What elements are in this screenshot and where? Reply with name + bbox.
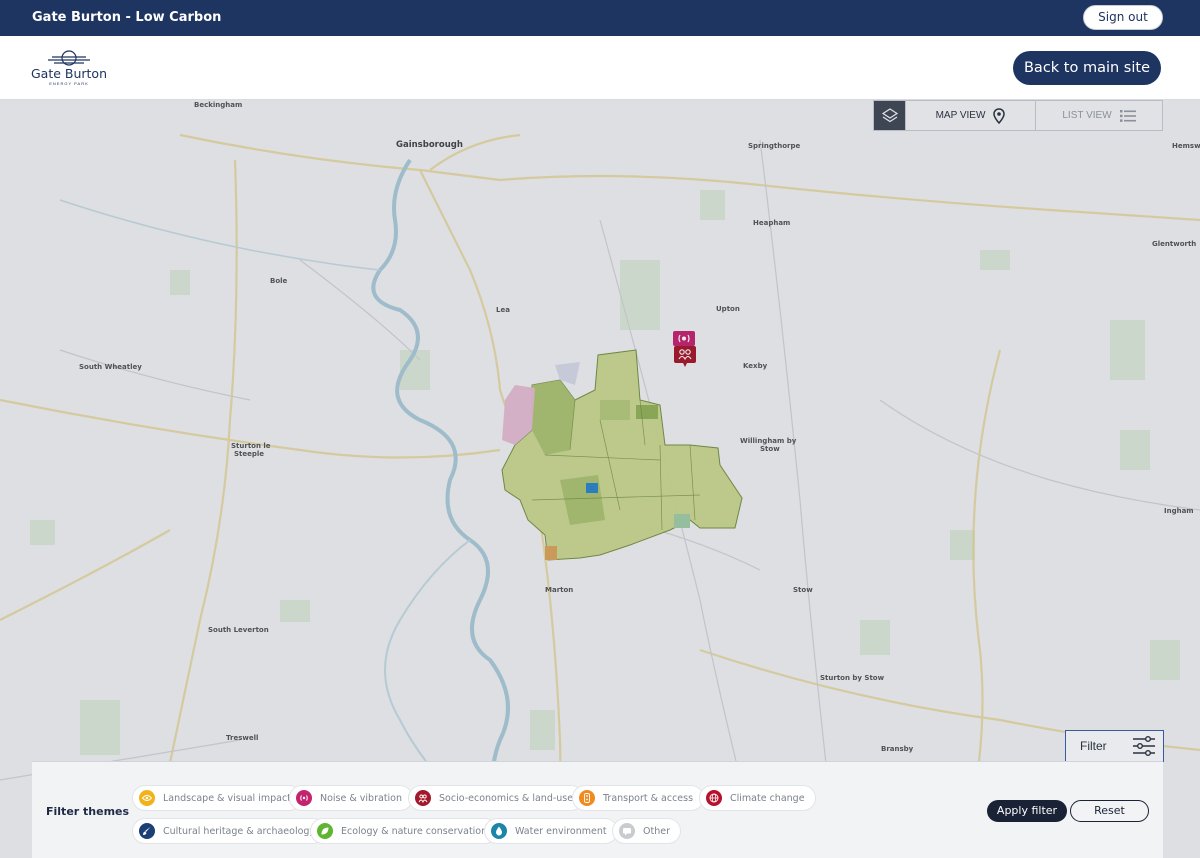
noise-vibration-marker[interactable] [673,331,695,346]
place-label: Sturton le [231,442,271,450]
theme-chip-label: Socio-economics & land-use [439,792,574,804]
theme-chip-ecology[interactable]: Ecology & nature conservation [310,818,499,844]
filter-themes-panel: Filter themes Landscape & visual impact … [32,761,1163,858]
layers-button[interactable] [874,101,905,130]
place-label: Treswell [226,734,259,742]
place-label: Gainsborough [396,140,463,150]
apply-filter-button[interactable]: Apply filter [987,800,1067,822]
place-label: Ingham [1164,507,1194,515]
layers-icon [881,107,898,122]
place-label: Hemsw [1172,142,1200,150]
theme-chip-noise[interactable]: Noise & vibration [289,785,414,811]
gate-burton-logo[interactable]: Gate Burton ENERGY PARK [30,48,108,90]
map-view-label: MAP VIEW [935,110,986,121]
theme-chip-label: Transport & access [603,792,694,804]
project-title: Gate Burton - Low Carbon [32,10,222,25]
place-label: Glentworth [1152,240,1197,248]
place-label: Willingham by [740,437,797,445]
place-label: Lea [496,306,510,314]
place-label: Bransby [881,745,914,753]
top-bar: Gate Burton - Low Carbon Sign out [0,0,1200,36]
theme-chip-label: Cultural heritage & archaeology [163,825,316,837]
sliders-icon [1133,736,1155,756]
place-label: Stow [793,586,813,594]
site-header: Gate Burton ENERGY PARK Back to main sit… [0,36,1200,100]
theme-chip-label: Water environment [515,825,607,837]
list-view-button[interactable]: LIST VIEW [1035,101,1162,130]
theme-chip-label: Noise & vibration [320,792,403,804]
theme-chip-transport[interactable]: Transport & access [572,785,705,811]
theme-chip-label: Other [643,825,670,837]
eye-icon [139,790,155,806]
theme-chip-label: Ecology & nature conservation [341,825,488,837]
place-label: Upton [716,305,740,313]
theme-chip-label: Landscape & visual impact [163,792,291,804]
filter-label: Filter [1080,739,1107,753]
reset-filter-button[interactable]: Reset [1070,800,1149,822]
place-label: Heapham [753,219,791,227]
socio-economics-marker[interactable] [674,346,696,367]
leaf-icon [317,823,333,839]
globe-icon [706,790,722,806]
sign-out-button[interactable]: Sign out [1083,5,1163,30]
filter-toggle-button[interactable]: Filter [1065,730,1164,762]
map-view-button[interactable]: MAP VIEW [905,101,1035,130]
theme-chip-heritage[interactable]: Cultural heritage & archaeology [132,818,327,844]
map-pin-icon [993,107,1006,124]
place-label: South Wheatley [79,363,142,371]
basemap [0,100,1200,858]
list-view-label: LIST VIEW [1062,110,1112,121]
theme-chip-landscape[interactable]: Landscape & visual impact [132,785,302,811]
logo-subtext: ENERGY PARK [49,81,89,86]
theme-chip-other[interactable]: Other [612,818,681,844]
theme-chip-climate[interactable]: Climate change [699,785,816,811]
water-drop-icon [491,823,507,839]
theme-chip-water[interactable]: Water environment [484,818,618,844]
people-icon [415,790,431,806]
theme-chip-socio-economics[interactable]: Socio-economics & land-use [408,785,585,811]
place-label: Springthorpe [748,142,801,150]
place-label: Bole [270,277,288,285]
place-label: Marton [545,586,574,594]
map-canvas[interactable]: Beckingham Gainsborough Springthorpe Hem… [0,100,1200,858]
chat-icon [619,823,635,839]
sun-horizon-icon [48,50,90,66]
view-toggle: MAP VIEW LIST VIEW [873,100,1163,131]
sound-icon [678,334,690,343]
filter-themes-title: Filter themes [46,805,130,818]
place-label: Stow [760,445,780,453]
logo-text: Gate Burton [30,66,108,81]
back-to-main-site-button[interactable]: Back to main site [1013,51,1161,85]
theme-chip-label: Climate change [730,792,805,804]
brush-icon [139,823,155,839]
place-label: Kexby [743,362,768,370]
place-label: Steeple [234,450,265,458]
place-label: South Leverton [208,626,269,634]
people-icon [678,349,692,367]
place-label: Beckingham [194,101,243,109]
traffic-light-icon [579,790,595,806]
place-label: Sturton by Stow [820,674,885,682]
list-icon [1119,109,1136,122]
sound-icon [296,790,312,806]
